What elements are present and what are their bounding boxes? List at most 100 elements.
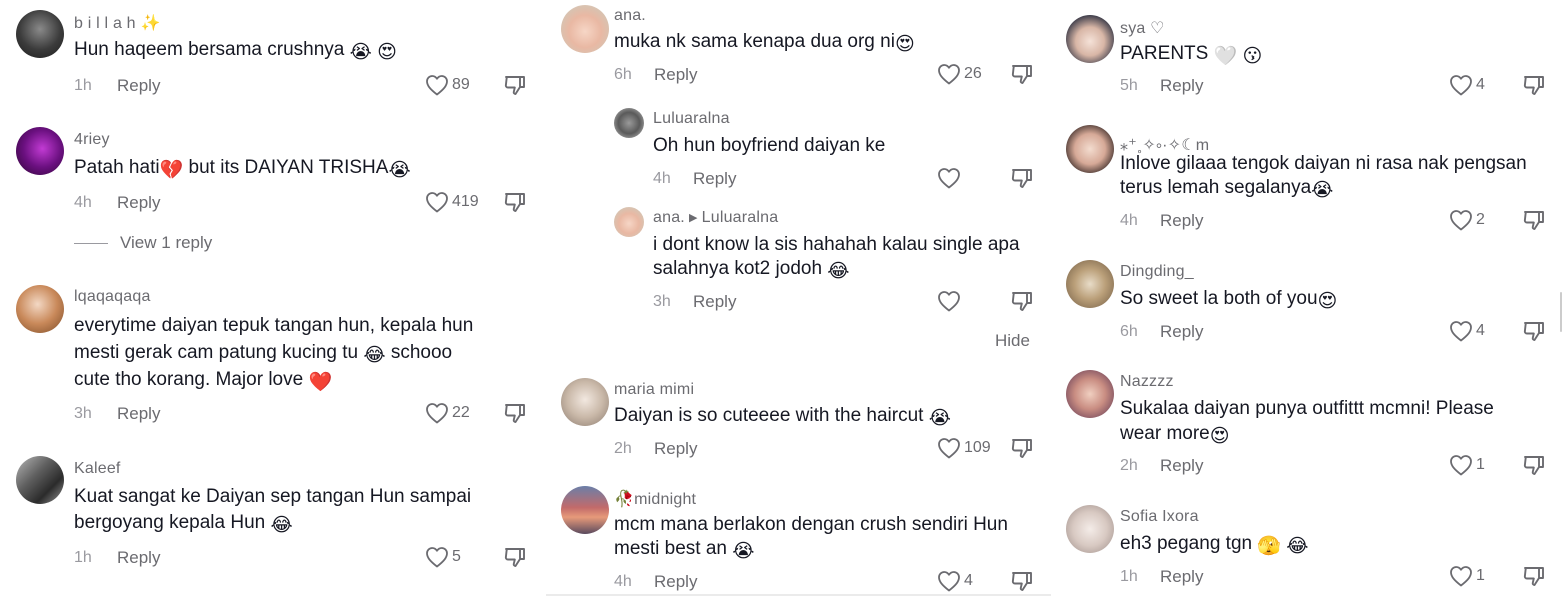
reply-button[interactable]: Reply	[1160, 456, 1203, 476]
hide-replies-button[interactable]: Hide	[995, 331, 1030, 351]
like-button[interactable]	[937, 290, 964, 312]
comments-column-3: sya ♡ PARENTS 🤍 😗 5h Reply 4 ⁎⁺˳✧༚·✧☾m I…	[1052, 0, 1563, 601]
avatar[interactable]	[1066, 505, 1114, 553]
comment-time: 4h	[74, 194, 92, 211]
avatar[interactable]	[561, 5, 609, 53]
reply-button[interactable]: Reply	[654, 439, 697, 459]
dislike-icon[interactable]	[503, 190, 527, 214]
like-button[interactable]: 4	[1449, 320, 1485, 342]
comment-text: So sweet la both of you😍	[1120, 288, 1338, 312]
avatar[interactable]	[561, 486, 609, 534]
dislike-icon[interactable]	[503, 401, 527, 425]
dislike-icon[interactable]	[1010, 62, 1034, 86]
scrollbar[interactable]	[1560, 292, 1562, 332]
username[interactable]: maria mimi	[614, 381, 694, 399]
username[interactable]: sya ♡	[1120, 18, 1165, 38]
heart-icon	[425, 191, 449, 213]
like-count: 4	[964, 572, 973, 589]
comment-text: Hun haqeem bersama crushnya 😭 😍	[74, 39, 397, 63]
comments-column-2: ana. muka nk sama kenapa dua org ni😍 6h …	[546, 0, 1051, 596]
dislike-icon[interactable]	[1522, 73, 1546, 97]
avatar[interactable]	[614, 108, 644, 138]
dislike-icon[interactable]	[1522, 453, 1546, 477]
like-button[interactable]	[937, 167, 964, 189]
dislike-icon[interactable]	[1010, 166, 1034, 190]
username[interactable]: ana. ▶ Luluaralna	[653, 209, 778, 227]
username[interactable]: 4riey	[74, 131, 110, 149]
like-button[interactable]: 1	[1449, 454, 1485, 476]
reply-button[interactable]: Reply	[117, 193, 160, 213]
reply-button[interactable]: Reply	[1160, 211, 1203, 231]
avatar[interactable]	[561, 378, 609, 426]
like-count: 22	[452, 404, 470, 421]
reply-button[interactable]: Reply	[693, 169, 736, 189]
like-button[interactable]: 1	[1449, 565, 1485, 587]
comment-time: 3h	[653, 293, 671, 310]
dislike-icon[interactable]	[1522, 319, 1546, 343]
reply-button[interactable]: Reply	[117, 404, 160, 424]
comment-text-line: salahnya kot2 jodoh 😂	[653, 258, 850, 282]
comment-time: 6h	[1120, 323, 1138, 340]
comment-text-line: wear more😍	[1120, 423, 1230, 447]
comment-text-line: cute tho korang. Major love ❤️	[74, 369, 333, 393]
like-count: 5	[452, 548, 461, 565]
like-button[interactable]: 89	[425, 74, 470, 96]
like-button[interactable]: 22	[425, 402, 470, 424]
reply-button[interactable]: Reply	[654, 572, 697, 592]
dislike-icon[interactable]	[1010, 569, 1034, 593]
username[interactable]: Luluaralna	[653, 110, 730, 128]
comment-time: 6h	[614, 66, 632, 83]
like-count: 26	[964, 65, 982, 82]
avatar[interactable]	[16, 456, 64, 504]
username[interactable]: b i l l a h ✨	[74, 13, 161, 33]
heart-icon	[425, 402, 449, 424]
comment-text-line: everytime daiyan tepuk tangan hun, kepal…	[74, 315, 474, 336]
reply-button[interactable]: Reply	[1160, 322, 1203, 342]
like-button[interactable]: 5	[425, 546, 461, 568]
comment-time: 4h	[653, 170, 671, 187]
reply-button[interactable]: Reply	[1160, 567, 1203, 587]
like-count: 4	[1476, 76, 1485, 93]
like-button[interactable]: 2	[1449, 209, 1485, 231]
comment-text-line: bergoyang kepala Hun 😂	[74, 512, 293, 536]
avatar[interactable]	[16, 285, 64, 333]
username[interactable]: Kaleef	[74, 460, 121, 478]
avatar[interactable]	[16, 10, 64, 58]
like-button[interactable]: 419	[425, 191, 479, 213]
reply-button[interactable]: Reply	[1160, 76, 1203, 96]
reply-arrow-icon: ▶	[688, 212, 698, 224]
dislike-icon[interactable]	[1010, 436, 1034, 460]
avatar[interactable]	[1066, 260, 1114, 308]
avatar[interactable]	[1066, 15, 1114, 63]
reply-button[interactable]: Reply	[654, 65, 697, 85]
like-count: 1	[1476, 456, 1485, 473]
dislike-icon[interactable]	[1522, 564, 1546, 588]
username[interactable]: ana.	[614, 7, 646, 25]
username[interactable]: lqaqaqaqa	[74, 288, 151, 306]
username[interactable]: Nazzzz	[1120, 373, 1174, 391]
avatar[interactable]	[1066, 125, 1114, 173]
username[interactable]: Sofia Ixora	[1120, 508, 1199, 526]
view-replies-label: View 1 reply	[120, 233, 213, 252]
like-count: 4	[1476, 322, 1485, 339]
comment-text: muka nk sama kenapa dua org ni😍	[614, 31, 915, 55]
dislike-icon[interactable]	[1522, 208, 1546, 232]
view-replies-button[interactable]: View 1 reply	[74, 233, 212, 253]
reply-button[interactable]: Reply	[117, 76, 160, 96]
like-button[interactable]: 109	[937, 437, 991, 459]
like-button[interactable]: 4	[937, 570, 973, 592]
heart-icon	[1449, 74, 1473, 96]
avatar[interactable]	[16, 127, 64, 175]
like-count: 89	[452, 76, 470, 93]
reply-button[interactable]: Reply	[693, 292, 736, 312]
username[interactable]: Dingding_	[1120, 263, 1194, 281]
like-button[interactable]: 26	[937, 63, 982, 85]
reply-button[interactable]: Reply	[117, 548, 160, 568]
avatar[interactable]	[614, 207, 644, 237]
dislike-icon[interactable]	[503, 545, 527, 569]
username[interactable]: 🥀midnight	[614, 489, 696, 509]
dislike-icon[interactable]	[503, 73, 527, 97]
avatar[interactable]	[1066, 370, 1114, 418]
dislike-icon[interactable]	[1010, 289, 1034, 313]
like-button[interactable]: 4	[1449, 74, 1485, 96]
